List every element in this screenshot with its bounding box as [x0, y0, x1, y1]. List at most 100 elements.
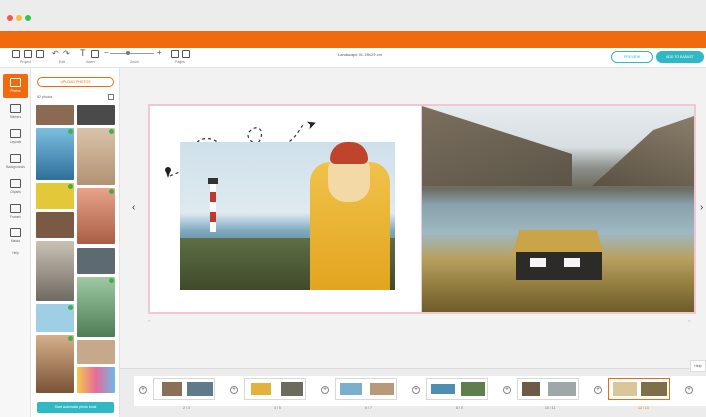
- rail-item-help[interactable]: Help: [3, 248, 28, 260]
- selected-check-icon: [68, 184, 73, 189]
- brand-bar: [0, 31, 706, 48]
- redo-icon[interactable]: ↷: [63, 49, 70, 58]
- close-window-icon[interactable]: [7, 15, 13, 21]
- selected-check-icon: [68, 305, 73, 310]
- photos-icon: [10, 78, 21, 87]
- photo-thumbnail[interactable]: [77, 248, 115, 274]
- print-icon[interactable]: [24, 50, 32, 58]
- insert-page-button[interactable]: +: [230, 386, 238, 394]
- masks-icon: [10, 228, 21, 237]
- rail-item-frames[interactable]: Frames: [3, 200, 28, 224]
- spread-thumbnail[interactable]: [244, 378, 306, 400]
- spread-thumbnail-active[interactable]: [608, 378, 670, 400]
- minimize-window-icon[interactable]: [16, 15, 22, 21]
- save-icon[interactable]: [12, 50, 20, 58]
- next-spread-arrow-icon[interactable]: ›: [700, 202, 703, 213]
- frames-icon: [10, 204, 21, 213]
- insert-page-button[interactable]: +: [139, 386, 147, 394]
- help-tab[interactable]: Help: [690, 360, 706, 372]
- insert-page-button[interactable]: +: [412, 386, 420, 394]
- photo-thumbnail[interactable]: [77, 277, 115, 337]
- folder-icon[interactable]: [36, 50, 44, 58]
- selected-check-icon: [68, 336, 73, 341]
- rail-item-cliparts[interactable]: Cliparts: [3, 175, 28, 199]
- rail-label: Masks: [10, 239, 21, 243]
- photobook-spread: [148, 104, 696, 314]
- photo-thumbnail[interactable]: [36, 304, 74, 332]
- insert-page-button[interactable]: +: [503, 386, 511, 394]
- page-number: 4 / 5: [274, 406, 281, 410]
- photo-thumbnail[interactable]: [36, 128, 74, 180]
- undo-icon[interactable]: ↶: [52, 49, 59, 58]
- rail-item-layouts[interactable]: Layouts: [3, 125, 28, 149]
- rail-item-photos[interactable]: Photos: [3, 74, 28, 98]
- lighthouse-photo[interactable]: [180, 142, 395, 290]
- photo-thumbnail[interactable]: [36, 241, 74, 301]
- auto-photo-book-button[interactable]: Start automatic photo book: [37, 402, 114, 413]
- zoom-out-icon[interactable]: −: [104, 48, 109, 57]
- zoom-slider[interactable]: [110, 53, 154, 54]
- zoom-in-icon[interactable]: +: [157, 48, 162, 57]
- remove-page-icon[interactable]: [182, 50, 190, 58]
- right-page-indicator: ○: [688, 318, 691, 323]
- photo-thumbnail[interactable]: [77, 340, 115, 364]
- photobook-editor-window: Project ↶ ↷ Edit T Insert − + Zoom Pages…: [0, 0, 706, 417]
- grid-view-icon[interactable]: [108, 94, 114, 100]
- preview-button[interactable]: PREVIEW: [611, 51, 653, 63]
- page-number: 8 / 9: [456, 406, 463, 410]
- cliparts-icon: [10, 179, 21, 188]
- selected-check-icon: [109, 189, 114, 194]
- photo-library-panel: UPLOAD PHOTOS 82 photos Start automatic …: [31, 68, 120, 417]
- toolbar-label-pages: Pages: [175, 60, 185, 64]
- spread-thumbnail[interactable]: [153, 378, 215, 400]
- rail-item-backgrounds[interactable]: Backgrounds: [3, 150, 28, 174]
- text-tool-icon[interactable]: T: [80, 48, 86, 58]
- rail-label: Cliparts: [10, 190, 21, 194]
- page-filmstrip: + 2 / 3 + 4 / 5 + 6 / 7 + 8 / 9 + 10 / 1: [120, 368, 706, 417]
- insert-page-button[interactable]: +: [594, 386, 602, 394]
- page-number: 6 / 7: [365, 406, 372, 410]
- insert-page-button[interactable]: +: [685, 386, 693, 394]
- rail-label: Photos: [10, 89, 21, 93]
- lake-cabin-photo[interactable]: [422, 106, 694, 312]
- maximize-window-icon[interactable]: [25, 15, 31, 21]
- photo-thumbnail[interactable]: [77, 105, 115, 125]
- spread-thumbnail[interactable]: [517, 378, 579, 400]
- rail-label: Help: [12, 251, 19, 255]
- zoom-slider-handle[interactable]: [126, 51, 130, 55]
- photo-thumbnail[interactable]: [77, 188, 115, 244]
- spread-thumbnail[interactable]: [426, 378, 488, 400]
- previous-spread-arrow-icon[interactable]: ‹: [132, 202, 135, 213]
- left-page-indicator: ○: [148, 318, 151, 323]
- add-page-icon[interactable]: [171, 50, 179, 58]
- page-number: 2 / 3: [183, 406, 190, 410]
- spread-thumbnail[interactable]: [335, 378, 397, 400]
- toolbar-label-project: Project: [20, 60, 31, 64]
- page-number-active: 12 / 13: [638, 406, 649, 410]
- tool-rail: Photos Stickers Layouts Backgrounds Clip…: [0, 68, 31, 417]
- toolbar-label-edit: Edit: [59, 60, 66, 64]
- image-tool-icon[interactable]: [91, 50, 99, 58]
- add-to-basket-button[interactable]: ADD TO BASKET: [656, 51, 704, 63]
- photo-thumbnail[interactable]: [36, 183, 74, 209]
- insert-page-button[interactable]: +: [321, 386, 329, 394]
- upload-photos-button[interactable]: UPLOAD PHOTOS: [37, 77, 114, 87]
- right-page[interactable]: [422, 106, 694, 312]
- rail-label: Frames: [10, 215, 21, 219]
- photo-thumbnail[interactable]: [36, 105, 74, 125]
- top-toolbar: Project ↶ ↷ Edit T Insert − + Zoom Pages…: [0, 48, 706, 68]
- toolbar-label-zoom: Zoom: [130, 60, 139, 64]
- left-page[interactable]: [150, 106, 422, 312]
- selected-check-icon: [109, 278, 114, 283]
- photo-thumbnail[interactable]: [77, 367, 115, 393]
- rail-item-stickers[interactable]: Stickers: [3, 100, 28, 124]
- layouts-icon: [10, 129, 21, 138]
- photo-thumbnail[interactable]: [77, 128, 115, 185]
- rail-item-masks[interactable]: Masks: [3, 224, 28, 248]
- photo-thumbnail[interactable]: [36, 212, 74, 238]
- selected-check-icon: [109, 129, 114, 134]
- photo-thumbnail[interactable]: [36, 335, 74, 393]
- rail-label: Backgrounds: [6, 165, 25, 169]
- backgrounds-icon: [10, 154, 21, 163]
- rail-label: Layouts: [9, 140, 22, 144]
